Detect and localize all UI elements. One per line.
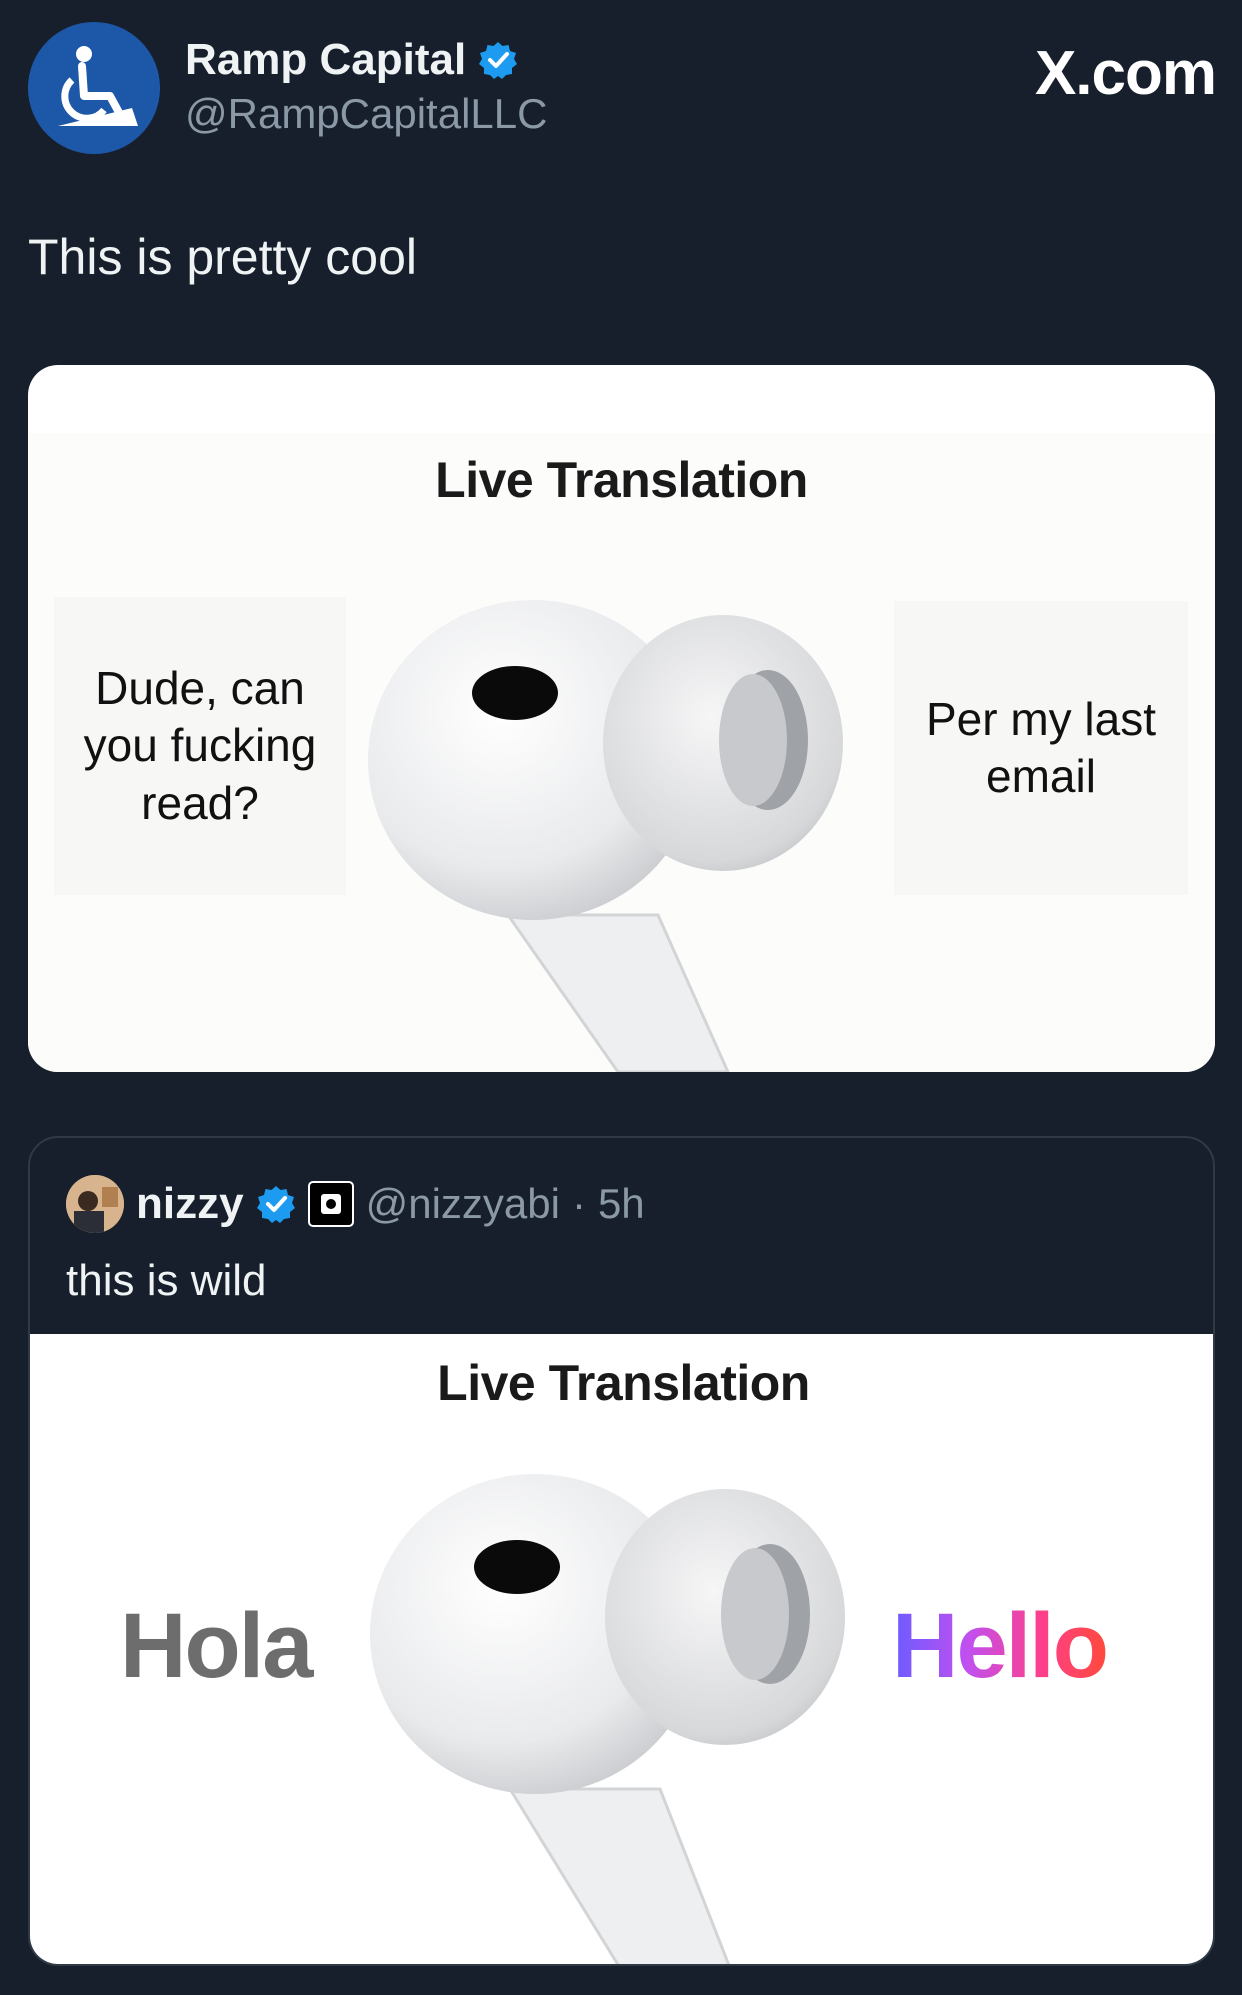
hello-text: Hello [892,1595,1109,1697]
quote-meme-title: Live Translation [437,1355,810,1411]
tweet-text: This is pretty cool [28,229,418,285]
wheelchair-icon [28,22,160,154]
author-names: Ramp Capital @RampCapitalLLC [185,32,547,138]
quote-text: this is wild [66,1256,267,1305]
quote-timestamp[interactable]: 5h [598,1180,645,1228]
meme-title: Live Translation [435,452,808,508]
author-name-row[interactable]: Ramp Capital [185,32,547,88]
affiliate-badge-icon [307,1181,354,1227]
media-image[interactable]: Live Translation Dude, can you fucking r… [28,365,1215,1072]
separator-dot: · [571,1180,586,1227]
person-avatar-icon [66,1175,124,1233]
meme-right-text: Per my last email [894,601,1188,895]
meme-left-text: Dude, can you fucking read? [54,597,346,895]
quote-header: nizzy @nizzyabi · 5h [66,1175,645,1233]
verified-badge-icon [479,42,518,79]
post-header: Ramp Capital @RampCapitalLLC X.com [28,22,1218,154]
quote-tweet-card[interactable]: nizzy @nizzyabi · 5h this is wild Live T… [28,1136,1215,1966]
quote-avatar[interactable] [66,1175,124,1233]
earbud-image [370,1474,845,1964]
display-name[interactable]: Ramp Capital [185,35,466,85]
avatar[interactable] [28,22,160,154]
earbud-image [368,600,843,1072]
quote-handle[interactable]: @nizzyabi [366,1180,560,1228]
author-handle[interactable]: @RampCapitalLLC [185,90,547,138]
x-watermark: X.com [1034,39,1217,108]
quote-media-image[interactable]: Live Translation Hola Hello [30,1334,1213,1964]
quote-display-name[interactable]: nizzy [136,1179,244,1229]
verified-badge-icon [256,1186,295,1223]
hola-text: Hola [120,1595,313,1697]
